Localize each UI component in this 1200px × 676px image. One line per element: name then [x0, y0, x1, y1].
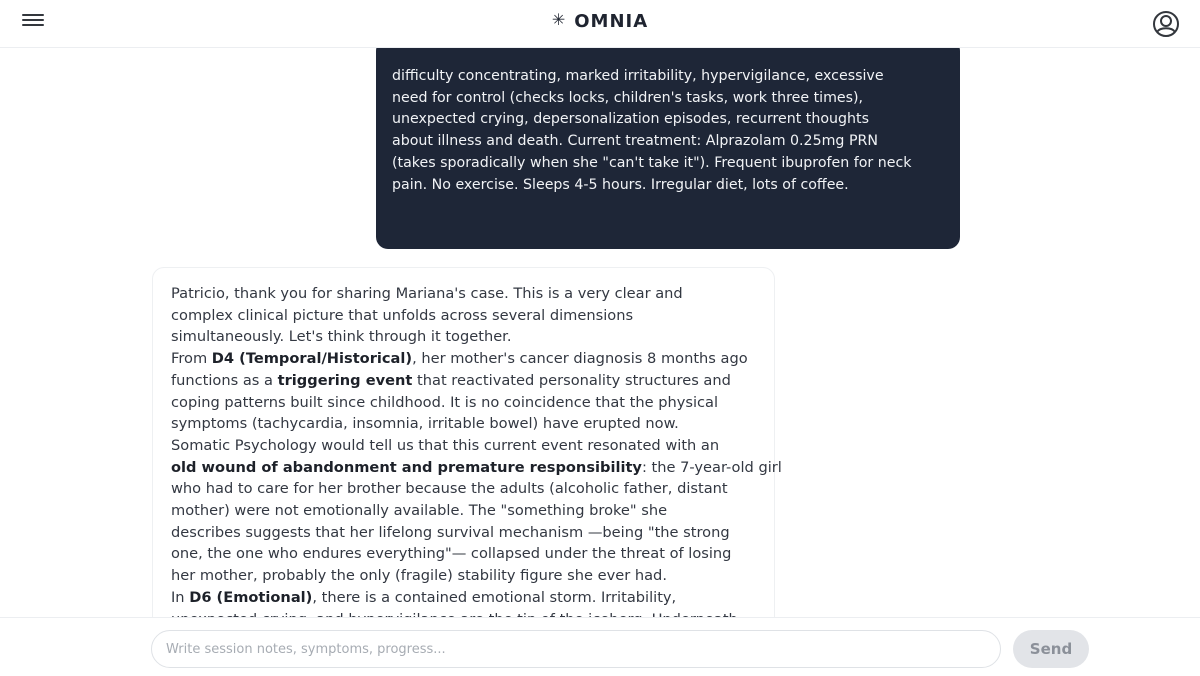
assistant-text-line: her mother, probably the only (fragile) … [171, 567, 667, 585]
brand-asterisk-icon: ✳ [551, 10, 567, 29]
top-bar: ✳ OMNIA [0, 0, 1200, 48]
assistant-text-line: one, the one who endures everything"— co… [171, 545, 732, 563]
assistant-text-line: simultaneously. Let's think through it t… [171, 328, 512, 346]
chat-thread: difficulty concentrating, marked irritab… [0, 48, 1200, 617]
user-message-line: pain. No exercise. Sleeps 4-5 hours. Irr… [392, 176, 849, 193]
assistant-text-line: Somatic Psychology would tell us that th… [171, 436, 720, 454]
user-message-line: about illness and death. Current treatme… [392, 133, 878, 150]
assistant-text-line: who had to care for her brother because … [171, 480, 728, 498]
assistant-text-line: describes suggests that her lifelong sur… [171, 523, 730, 541]
send-button[interactable]: Send [1013, 630, 1089, 668]
text-span: In [171, 588, 190, 606]
app-title: OMNIA [574, 11, 649, 32]
bold-term: D4 (Temporal/Historical) [211, 350, 413, 368]
assistant-text-line: From D4 (Temporal/Historical), her mothe… [171, 348, 774, 370]
user-message-line: unexpected crying, depersonalization epi… [392, 111, 869, 128]
text-span: , there is a contained emotional storm. … [312, 588, 677, 606]
text-span: : the 7-year-old girl [641, 458, 782, 476]
session-notes-input[interactable] [151, 630, 1001, 668]
user-message-line: need for control (checks locks, children… [392, 89, 864, 106]
text-span: functions as a [171, 371, 278, 389]
user-message-line: difficulty concentrating, marked irritab… [392, 68, 884, 84]
assistant-message-bubble: Patricio, thank you for sharing Mariana'… [152, 267, 782, 617]
assistant-text-line: symptoms (tachycardia, insomnia, irritab… [171, 415, 679, 433]
assistant-text-line: complex clinical picture that unfolds ac… [171, 306, 634, 324]
message-composer: Send [0, 617, 1200, 676]
assistant-text-line: Patricio, thank you for sharing Mariana'… [171, 285, 683, 302]
bold-term: triggering event [277, 371, 413, 389]
bold-term: old wound of abandonment and premature r… [171, 458, 642, 476]
bold-term: D6 (Emotional) [189, 588, 313, 606]
assistant-text-line: coping patterns built since childhood. I… [171, 393, 719, 411]
assistant-text-line: old wound of abandonment and premature r… [171, 457, 782, 479]
text-span: , her mother's cancer diagnosis 8 months… [412, 350, 748, 368]
assistant-text-line: functions as a triggering event that rea… [171, 370, 774, 392]
text-span: From [171, 350, 212, 368]
text-span: that reactivated personality structures … [412, 371, 731, 389]
app-brand: ✳ OMNIA [0, 10, 1200, 32]
user-message-bubble: difficulty concentrating, marked irritab… [376, 48, 960, 249]
assistant-text-line: In D6 (Emotional), there is a contained … [171, 587, 774, 609]
assistant-text-line: mother) were not emotionally available. … [171, 502, 668, 520]
user-profile-icon[interactable] [1152, 10, 1180, 40]
assistant-text-line: unexpected crying, and hypervigilance ar… [171, 609, 774, 617]
user-message-line: (takes sporadically when she "can't take… [392, 154, 912, 171]
